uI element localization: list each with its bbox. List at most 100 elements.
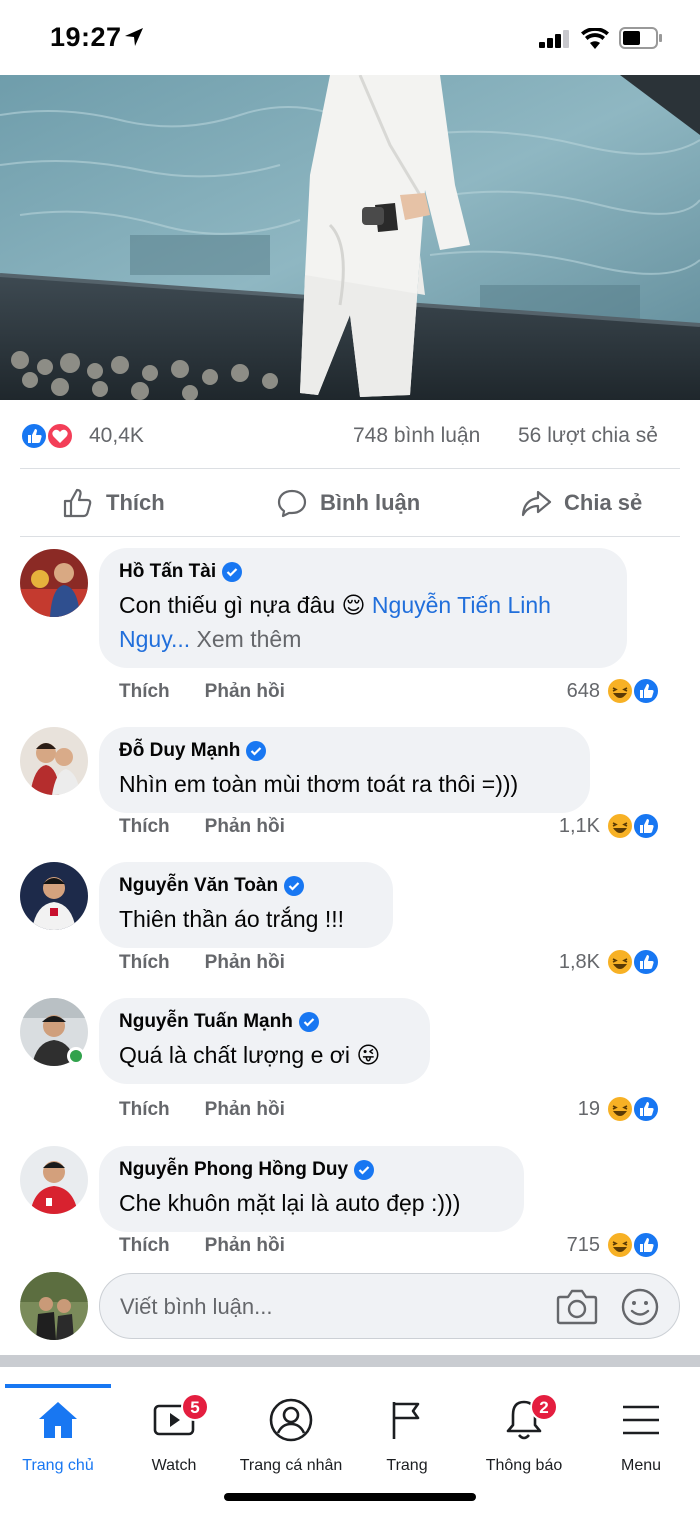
active-tab-indicator [5, 1384, 111, 1388]
comment-text: Con thiếu gì nựa đâu 😌 Nguyễn Tiến Linh … [119, 592, 551, 652]
see-more-link[interactable]: Xem thêm [197, 626, 302, 652]
location-arrow-icon [125, 28, 143, 46]
like-button[interactable]: Thích [62, 470, 165, 536]
tab-profile[interactable]: Trang cá nhân [231, 1397, 351, 1475]
tab-notifications[interactable]: 2 Thông báo [464, 1393, 584, 1475]
comment-author[interactable]: Đỗ Duy Mạnh [119, 739, 570, 763]
comment-reactions[interactable]: 715 [567, 1231, 660, 1259]
comment-text: Nhìn em toàn mùi thơm toát ra thôi =))) [119, 771, 519, 797]
menu-icon [623, 1405, 659, 1435]
verified-badge-icon [284, 876, 305, 896]
status-time: 19:27 [50, 22, 122, 52]
camera-icon[interactable] [556, 1287, 598, 1327]
avatar[interactable] [20, 1146, 88, 1214]
comment-author[interactable]: Hồ Tấn Tài [119, 560, 607, 584]
haha-like-reaction-icons [606, 1231, 660, 1259]
tab-watch[interactable]: 5 Watch [114, 1393, 234, 1475]
comment-reaction-count: 19 [577, 1097, 600, 1120]
comment-reaction-count: 648 [566, 679, 600, 702]
post-action-bar: Thích Bình luận Chia sẻ [0, 470, 700, 536]
tab-label: Trang chủ [22, 1457, 94, 1474]
haha-like-reaction-icons [606, 948, 660, 976]
flag-icon [392, 1402, 420, 1439]
comment-actions: Thích Phản hồi [119, 681, 285, 703]
comment-like-button[interactable]: Thích [119, 1235, 170, 1256]
comment-bubble[interactable]: Đỗ Duy Mạnh Nhìn em toàn mùi thơm toát r… [99, 727, 590, 813]
comment-like-button[interactable]: Thích [119, 816, 170, 837]
mention-tag[interactable]: Nguyễn Tiến Linh [372, 592, 551, 618]
comment-like-button[interactable]: Thích [119, 952, 170, 973]
post-photo[interactable] [0, 75, 700, 400]
comment-author[interactable]: Nguyễn Tuấn Mạnh [119, 1010, 410, 1034]
comment-reactions[interactable]: 1,1K [559, 812, 660, 840]
tab-label: Menu [620, 1457, 662, 1474]
comment-like-button[interactable]: Thích [119, 1099, 170, 1120]
share-button[interactable]: Chia sẻ [520, 470, 642, 536]
comment-reply-button[interactable]: Phản hồi [205, 952, 285, 973]
comment-actions: Thích Phản hồi [119, 1099, 285, 1121]
comment-reactions[interactable]: 19 [578, 1095, 660, 1123]
tab-label: Trang cá nhân [239, 1457, 343, 1474]
comment-author[interactable]: Nguyễn Phong Hồng Duy [119, 1158, 504, 1182]
comment-bubble[interactable]: Nguyễn Văn Toàn Thiên thần áo trắng !!! [99, 862, 393, 948]
home-icon [39, 1402, 77, 1438]
mention-tag-continued[interactable]: Nguy... [119, 626, 190, 652]
notification-badge: 2 [530, 1393, 558, 1421]
current-user-avatar[interactable] [20, 1272, 88, 1340]
comment-reply-button[interactable]: Phản hồi [205, 816, 285, 837]
tab-menu[interactable]: Menu [581, 1397, 700, 1475]
verified-badge-icon [246, 741, 267, 761]
comment-input[interactable]: Viết bình luận... [99, 1273, 680, 1339]
avatar[interactable] [20, 862, 88, 930]
photo-illustration [0, 75, 700, 400]
comment-bubble[interactable]: Nguyễn Tuấn Mạnh Quá là chất lượng e ơi … [99, 998, 430, 1084]
reaction-count[interactable]: 40,4K [89, 424, 144, 448]
comment-input-placeholder: Viết bình luận... [120, 1294, 273, 1319]
home-indicator [224, 1493, 476, 1501]
comment-text: Thiên thần áo trắng !!! [119, 906, 345, 932]
comment-count[interactable]: 748 bình luận [353, 424, 480, 448]
notification-badge: 5 [181, 1393, 209, 1421]
comment-button[interactable]: Bình luận [276, 470, 420, 536]
comment-label: Bình luận [320, 490, 421, 515]
online-status-indicator [67, 1047, 85, 1065]
status-bar: 19:27 [0, 0, 700, 75]
comment-text: Quá là chất lượng e ơi 😜 [119, 1042, 381, 1068]
share-label: Chia sẻ [564, 490, 643, 515]
section-separator [0, 1355, 700, 1367]
comment-reactions[interactable]: 1,8K [559, 948, 660, 976]
reactions-summary[interactable]: 40,4K 748 bình luận 56 lượt chia sẻ [0, 400, 700, 470]
comment-reactions[interactable]: 648 [567, 677, 660, 705]
comment-reaction-count: 1,8K [558, 950, 600, 973]
share-count[interactable]: 56 lượt chia sẻ [518, 424, 658, 448]
divider [20, 468, 680, 469]
wifi-icon [581, 28, 609, 49]
like-label: Thích [106, 490, 165, 515]
haha-like-reaction-icons [606, 677, 660, 705]
comment-reaction-count: 715 [566, 1233, 600, 1256]
verified-badge-icon [354, 1160, 375, 1180]
tab-home[interactable]: Trang chủ [0, 1397, 118, 1475]
avatar[interactable] [20, 727, 88, 795]
comment-like-button[interactable]: Thích [119, 681, 170, 702]
tab-label: Watch [151, 1457, 197, 1474]
comment-reply-button[interactable]: Phản hồi [205, 681, 285, 702]
comment-author[interactable]: Nguyễn Văn Toàn [119, 874, 373, 898]
comment-bubble[interactable]: Hồ Tấn Tài Con thiếu gì nựa đâu 😌 Nguyễn… [99, 548, 627, 668]
emoji-icon[interactable] [620, 1287, 660, 1327]
comment-actions: Thích Phản hồi [119, 952, 285, 974]
comment-actions: Thích Phản hồi [119, 1235, 285, 1257]
tab-pages[interactable]: Trang [347, 1397, 467, 1475]
verified-badge-icon [222, 562, 243, 582]
verified-badge-icon [298, 1012, 319, 1032]
profile-icon [269, 1398, 313, 1442]
share-arrow-icon [521, 490, 552, 517]
battery-icon [619, 27, 662, 49]
avatar[interactable] [20, 549, 88, 617]
comment-bubble[interactable]: Nguyễn Phong Hồng Duy Che khuôn mặt lại … [99, 1146, 524, 1232]
tab-label: Thông báo [485, 1457, 563, 1474]
comment-reply-button[interactable]: Phản hồi [205, 1099, 285, 1120]
comment-reply-button[interactable]: Phản hồi [205, 1235, 285, 1256]
divider [20, 536, 680, 537]
comment-reaction-count: 1,1K [558, 814, 600, 837]
